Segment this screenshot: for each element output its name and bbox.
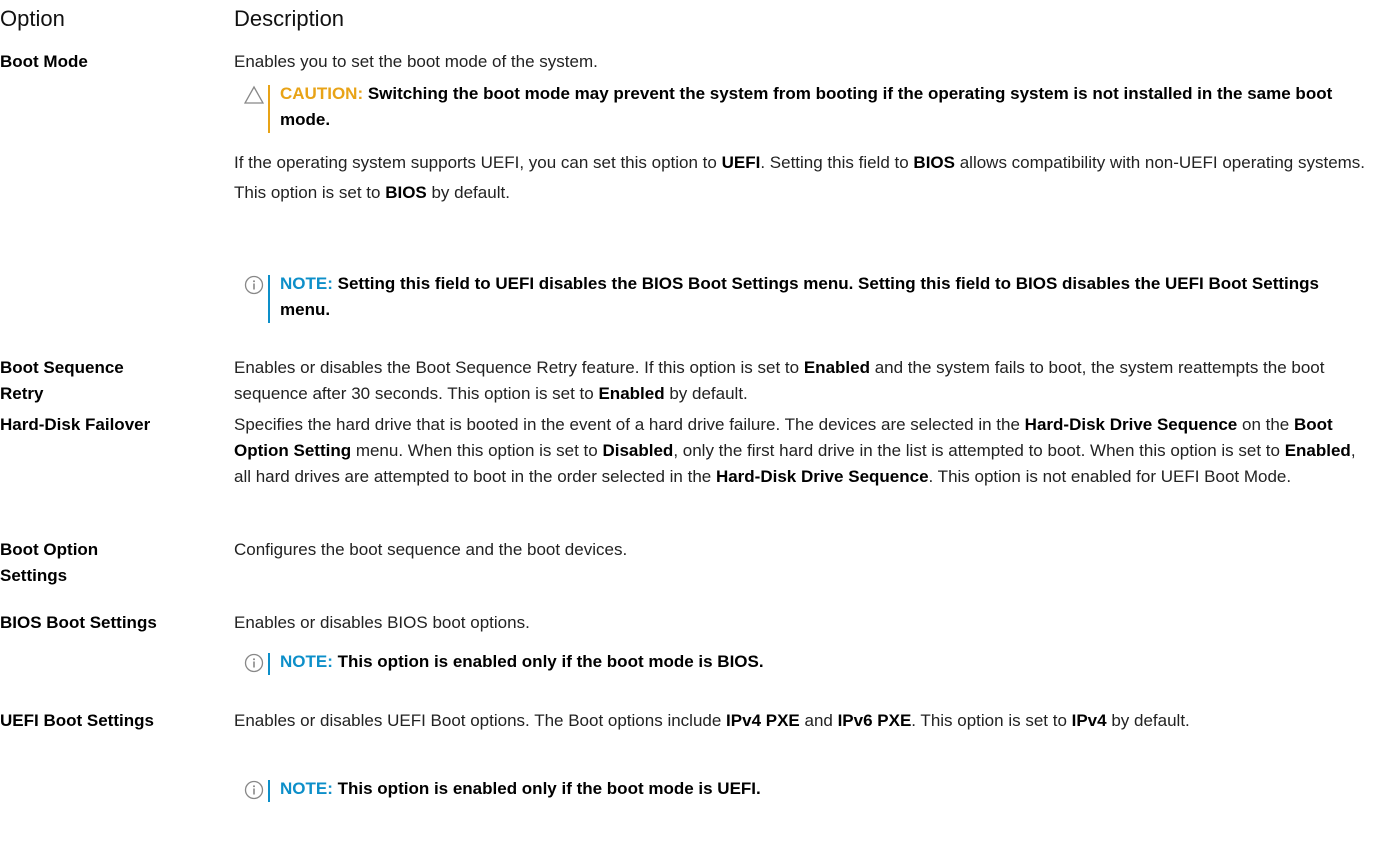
option-description: If the operating system supports UEFI, y…	[234, 153, 1366, 202]
caution-label: CAUTION:	[280, 84, 364, 103]
option-name: Hard-Disk Failover	[0, 415, 151, 434]
note-notice: NOTE: Setting this field to UEFI disable…	[244, 271, 1364, 325]
info-icon	[244, 275, 264, 295]
caution-text: Switching the boot mode may prevent the …	[280, 84, 1333, 129]
value-bios: BIOS	[385, 183, 427, 202]
value-uefi: UEFI	[721, 153, 761, 172]
option-name: Boot Sequence Retry	[0, 358, 124, 403]
note-label: NOTE:	[280, 779, 333, 798]
option-description: Enables you to set the boot mode of the …	[234, 49, 1374, 75]
option-name: Boot Option Settings	[0, 540, 99, 585]
note-label: NOTE:	[280, 274, 333, 293]
note-notice: NOTE: This option is enabled only if the…	[244, 776, 1364, 804]
caution-notice: CAUTION: Switching the boot mode may pre…	[244, 81, 1364, 135]
note-text-block: NOTE: Setting this field to UEFI disable…	[280, 271, 1364, 323]
option-name: UEFI Boot Settings	[0, 711, 154, 730]
info-icon	[244, 653, 264, 673]
note-bar	[268, 780, 270, 802]
option-column-header: Option	[0, 6, 65, 31]
option-description: Enables or disables the Boot Sequence Re…	[234, 358, 1325, 403]
option-description: Enables or disables BIOS boot options.	[234, 613, 530, 632]
option-description: Specifies the hard drive that is booted …	[234, 415, 1356, 486]
note-notice: NOTE: This option is enabled only if the…	[244, 649, 1364, 677]
caution-text-block: CAUTION: Switching the boot mode may pre…	[280, 81, 1364, 133]
note-text: This option is enabled only if the boot …	[337, 779, 761, 798]
caution-bar	[268, 85, 270, 133]
note-text: Setting this field to UEFI disables the …	[280, 274, 1319, 319]
note-text: This option is enabled only if the boot …	[337, 652, 764, 671]
info-icon	[244, 780, 264, 800]
value-bios: BIOS	[913, 153, 955, 172]
option-name: BIOS Boot Settings	[0, 613, 157, 632]
option-name: Boot Mode	[0, 52, 88, 71]
table-header: Option Description	[0, 0, 1388, 40]
option-description: Enables or disables UEFI Boot options. T…	[234, 711, 1190, 730]
note-bar	[268, 653, 270, 675]
description-column-header: Description	[234, 6, 345, 31]
note-label: NOTE:	[280, 652, 333, 671]
option-description: Configures the boot sequence and the boo…	[234, 540, 628, 559]
description-text: Enables you to set the boot mode of the …	[234, 52, 598, 71]
note-bar	[268, 275, 270, 323]
note-text-block: NOTE: This option is enabled only if the…	[280, 776, 1364, 802]
caution-icon	[244, 85, 264, 104]
note-text-block: NOTE: This option is enabled only if the…	[280, 649, 1364, 675]
